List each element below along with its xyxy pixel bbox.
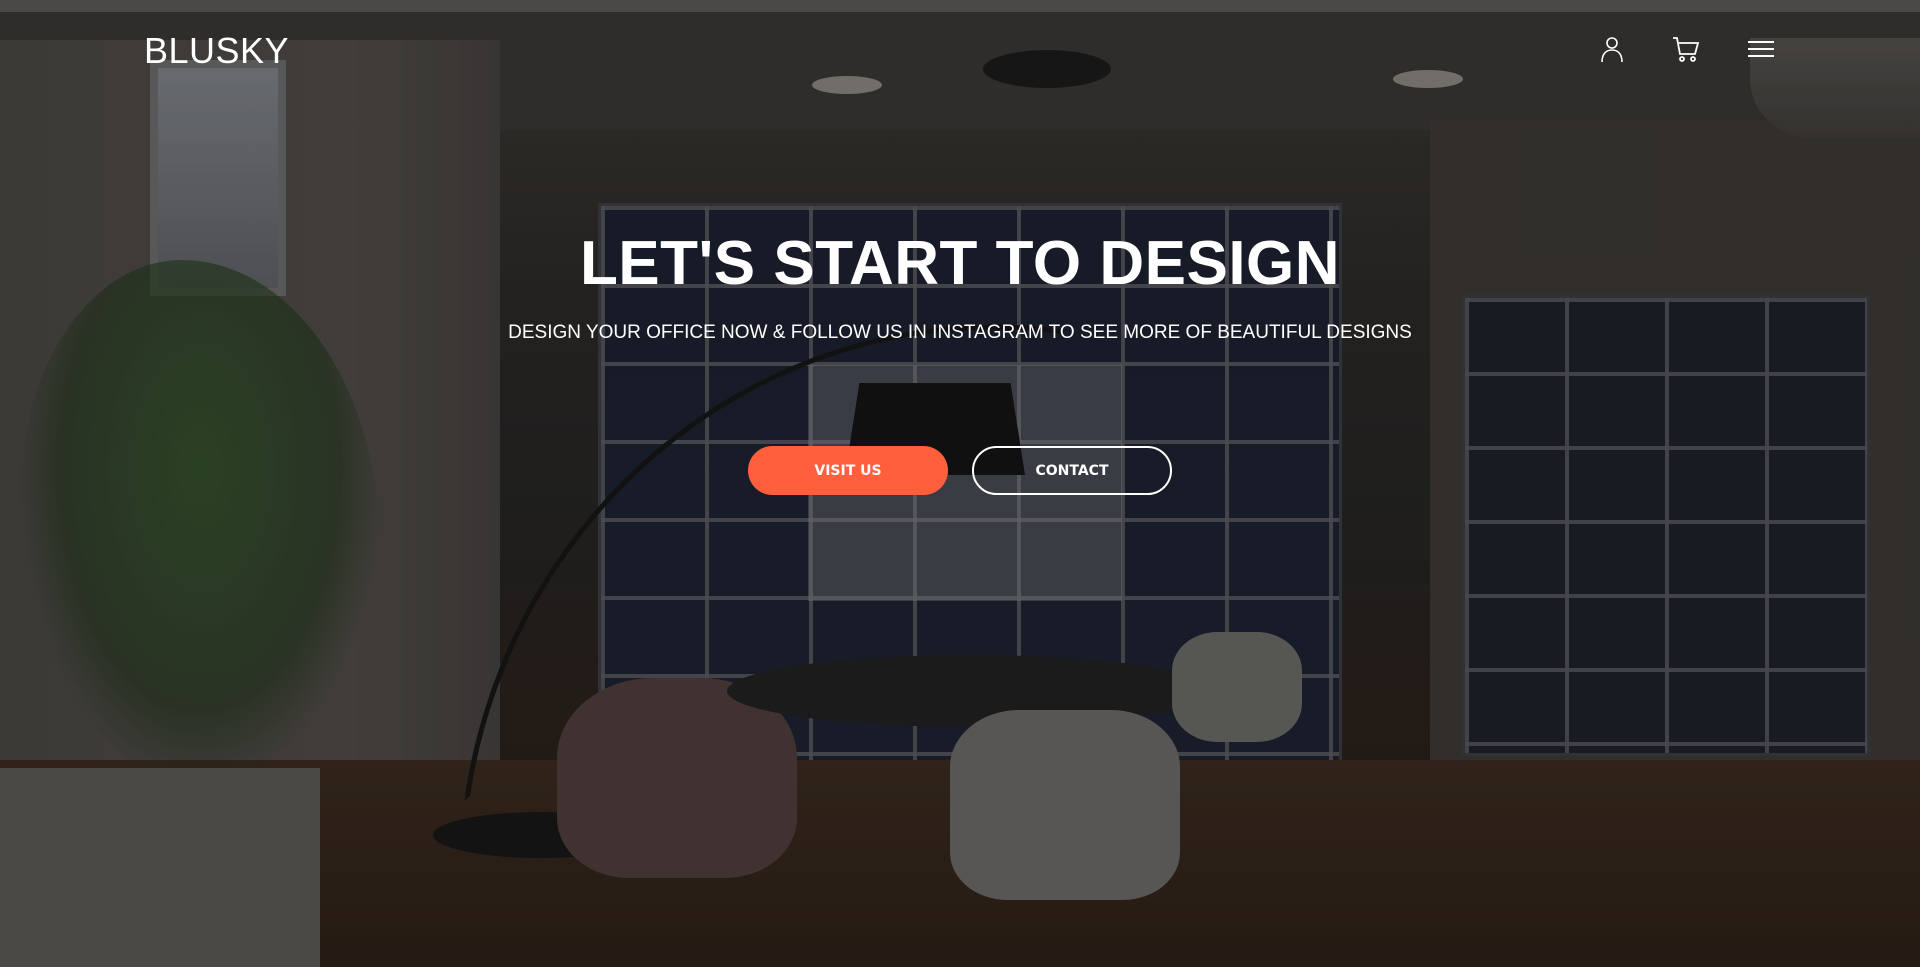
hero-section: BLUSKY LET'S START TO DESIGN DESIGN YOUR… (0, 0, 1920, 967)
site-header: BLUSKY (0, 0, 1920, 100)
user-icon[interactable] (1597, 34, 1627, 64)
brand-logo[interactable]: BLUSKY (144, 30, 289, 72)
background-image (0, 0, 1920, 967)
cart-icon[interactable] (1671, 34, 1701, 64)
visit-us-button[interactable]: VISIT US (748, 446, 948, 495)
contact-button[interactable]: CONTACT (972, 446, 1172, 495)
hero-title: LET'S START TO DESIGN (579, 229, 1341, 298)
menu-icon[interactable] (1746, 34, 1776, 64)
hero-subtitle: DESIGN YOUR OFFICE NOW & FOLLOW US IN IN… (508, 322, 1412, 343)
